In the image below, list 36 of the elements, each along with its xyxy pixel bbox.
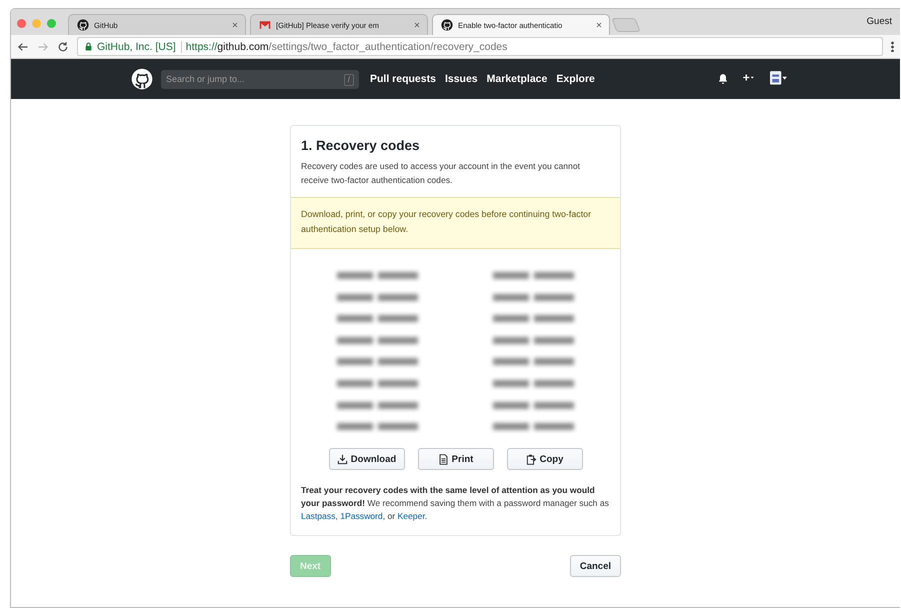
shortcut-key: / (344, 74, 354, 86)
profile-name[interactable]: Guest (866, 16, 892, 27)
document-icon (438, 454, 449, 465)
menu-icon[interactable] (891, 41, 894, 52)
url-text: https://github.com/settings/two_factor_authentication/recovery_codes (186, 40, 508, 52)
close-icon[interactable] (231, 21, 239, 29)
nav-link[interactable]: Marketplace (486, 73, 548, 85)
nav-link[interactable]: Issues (444, 73, 478, 85)
link[interactable]: Lastpass (301, 511, 336, 522)
nav-link[interactable]: Explore (556, 73, 595, 85)
github-logo-icon (77, 19, 89, 31)
warning-message: Download, print, or copy your recovery codes before continuing two-factor authentication setup below. (291, 197, 620, 249)
download-icon (336, 454, 348, 465)
nav-link[interactable]: Pull requests (370, 73, 436, 85)
advice-text: Treat your recovery codes with the same level of attention as you would your password! We recommend saving them with a password manager such as Lastpass, 1Password, or Keeper. (300, 484, 610, 524)
forward-icon (37, 40, 49, 52)
site-identity: GitHub, Inc. [US] (97, 40, 182, 52)
link[interactable]: 1Password (340, 511, 383, 522)
github-logo-icon (441, 19, 453, 31)
section-title: 1. Recovery codes (301, 138, 421, 153)
clipboard-icon (526, 454, 537, 465)
mail-icon (259, 19, 271, 31)
action-button[interactable]: Copy (506, 448, 582, 470)
address-bar[interactable]: GitHub, Inc. [US] https://github.com/settings/two_factor_authentication/recovery_codes (77, 37, 883, 56)
lock-icon (84, 42, 93, 51)
description-text: Recovery codes are used to access your account in the event you cannot receive two-factor authentication codes. (301, 160, 581, 187)
action-button[interactable]: Download (328, 448, 404, 470)
action-button[interactable]: Print (418, 448, 494, 470)
github-logo-icon[interactable] (131, 68, 153, 90)
back-icon (17, 40, 29, 52)
close-icon[interactable] (413, 21, 421, 29)
link[interactable]: Keeper (398, 511, 425, 522)
bell-icon (717, 73, 729, 85)
cancel-button[interactable]: Cancel (570, 555, 621, 578)
reload-icon (57, 40, 69, 52)
close-icon[interactable] (595, 21, 603, 29)
